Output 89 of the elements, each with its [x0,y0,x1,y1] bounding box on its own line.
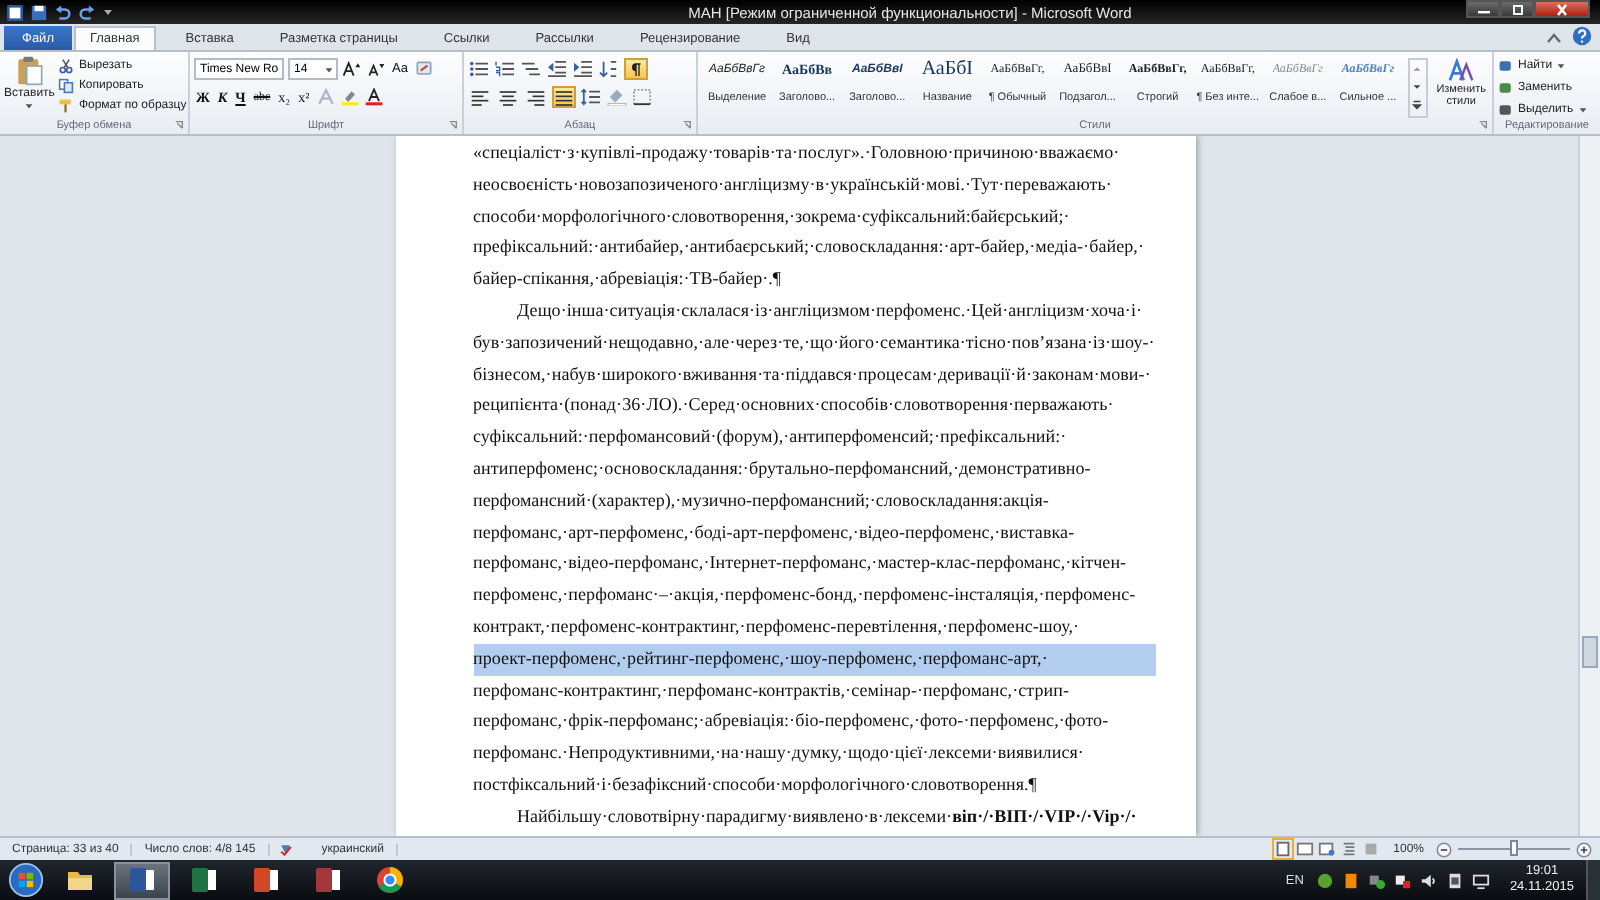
text-line: контракт,·перфоменс-контрактинг,·перфоменс-перевтілення,·перфоменс-шоу,· [473,613,1082,640]
text-line: способи·морфологічного·словотворення,·зокрема·суфіксальний:байєрський;· [473,203,1072,230]
text-line: перфоманс-контрактинг,·перфоманс-контрактів,·семінар-·перфоманс,·стрип- [473,677,1072,704]
text-line: перфоманс,·відео-перфоманс,·Інтернет-перфоманс,·мастер-клас-перфоманс,·кітчен- [473,550,1129,577]
caret-icon [24,102,35,110]
more-styles-icon[interactable] [1410,96,1425,114]
grow-font-icon[interactable] [342,60,362,78]
clear-formatting-icon[interactable] [413,60,434,78]
close-button[interactable] [1534,0,1590,18]
tray-icon[interactable] [1393,871,1412,889]
text-line: перфоманс.·Непродуктивними,·на·нашу·думку,·щодо·цієї·лексеми·виявилися· [473,740,1086,767]
text-line: перфомансний·(характер),·музично-перфомансний;·словоскладання:акція- [473,487,1051,514]
spelling-check-icon[interactable] [277,841,294,857]
align-right-icon [526,88,546,106]
zoom-out-icon[interactable] [1436,841,1452,857]
copy-icon [58,77,75,93]
minimize-button[interactable] [1466,0,1500,18]
scissors-icon [58,57,75,73]
dialog-launcher-icon[interactable] [682,120,692,130]
document-app-icon [314,866,342,894]
align-justify-button[interactable] [552,86,576,108]
styles-letters-icon [1447,58,1476,82]
text-line: був·запозичений·нещодавно,·але·через·те,·що·його·семантика·тісно·пов’язана·із·шоу-· [473,329,1155,356]
tray-icon[interactable] [1367,871,1386,889]
close-icon [1552,3,1572,15]
maximize-button[interactable] [1500,0,1534,18]
show-formatting-marks-button[interactable] [624,58,648,80]
text-line: байер-спікання,·абревіація:·ТВ-байер·.¶ [473,266,783,293]
caret-icon[interactable] [324,65,334,73]
folder-icon [66,866,94,894]
text-line: «спеціаліст·з·купівлі-продажу·товарів·та·послуг».·Головною·причиною·вважаємо· [473,140,1122,166]
text-line: перфоменс,·перфоманс·–·акція,·перфоменс-бонд,·перфоменс-інсталяція,·перфоменс- [473,582,1138,609]
text-line: бізнесом,·набув·широкого·вживання·та·піддався·процесам·деривації·й·законам·мови-· [473,361,1153,388]
save-icon[interactable] [30,3,48,21]
taskbar-app-button[interactable] [114,861,170,899]
decrease-indent-icon[interactable] [546,60,568,78]
increase-indent-icon[interactable] [572,60,594,78]
customize-caret-icon[interactable] [102,6,114,18]
text-line: антиперфоменс;·основоскладання:·брутально-перфомансний,·демонстративно- [473,455,1093,482]
text-line: перфоманс,·арт-перфоменс,·боді-арт-перфоменс,·відео-перфоменс,·виставка- [473,519,1077,546]
borders-icon[interactable] [632,88,654,106]
text-line: реципієнта·(понад·36·ЛО).·Серед·основних·способів·словотворення·перважають· [473,392,1116,419]
help-icon[interactable] [1572,26,1592,46]
text-line: постфіксальний·і·безафіксний·способи·морфологічного·словотворення.¶ [473,771,1039,798]
zoom-in-icon[interactable] [1576,841,1592,857]
vertical-scrollbar[interactable] [1578,136,1600,836]
word-app-icon[interactable] [6,3,24,21]
align-justify-icon [554,88,574,106]
sort-icon[interactable] [598,60,620,78]
print-layout-view-icon[interactable] [1273,840,1292,858]
volume-icon[interactable] [1419,871,1438,889]
circle-app-icon [376,866,404,894]
collapse-ribbon-icon[interactable] [1546,30,1562,46]
font-color-icon[interactable] [363,88,384,106]
paintbrush-icon [58,97,75,113]
bullet-list-icon[interactable] [468,60,490,78]
tray-icon[interactable] [1445,871,1464,889]
maximize-icon [1507,3,1527,15]
text-line: Найбільшу·словотвірну·парадигму·виявлено·в·лексеми·віп·/·ВІП·/·VIP·/·Vip·/· [515,803,1139,830]
redo-icon[interactable] [78,3,96,21]
text-line: перфоманс,·фрік-перфоманс;·абревіація:·біо-перфоменс,·фото-·перфоменс,·фото- [473,708,1111,735]
outline-view-icon[interactable] [1339,840,1358,858]
document-app-icon [128,866,156,894]
multilevel-list-icon[interactable] [520,60,542,78]
zoom-slider-thumb[interactable] [1510,840,1518,856]
align-right-button[interactable] [524,86,548,108]
pilcrow-icon [630,61,642,77]
align-center-button[interactable] [496,86,520,108]
numbered-list-icon[interactable] [494,60,516,78]
document-app-icon [190,866,218,894]
shrink-font-icon[interactable] [366,60,386,78]
align-left-icon [470,88,490,106]
full-screen-reading-icon[interactable] [1295,840,1314,858]
network-icon[interactable] [1471,871,1490,889]
undo-icon[interactable] [54,3,72,21]
dialog-launcher-icon[interactable] [174,120,184,130]
web-layout-icon[interactable] [1317,840,1336,858]
clipboard-icon [15,56,44,86]
document-app-icon [252,866,280,894]
start-button-icon[interactable] [8,862,44,898]
dialog-launcher-icon[interactable] [1478,120,1488,130]
align-left-button[interactable] [468,86,492,108]
text-line: Дещо·інша·ситуація·склалася·із·англіцизмом·перфоменс.·Цей·англіцизм·хоча·і· [515,297,1145,324]
dialog-launcher-icon[interactable] [448,120,458,130]
text-line: суфіксальний:·перфомансовий·(форум),·антиперфоменсий;·префіксальний:· [473,424,1069,451]
text-line: префіксальний:·антибайер,·антибаєрський;·словоскладання:·арт-байер,·медіа-·байер,· [473,234,1146,261]
align-center-icon [498,88,518,106]
line-spacing-icon[interactable] [580,88,602,106]
text-line: неосвоєність·новозапозиченого·англіцизму·в·українській·мові.·Тут·переважають· [473,171,1114,198]
